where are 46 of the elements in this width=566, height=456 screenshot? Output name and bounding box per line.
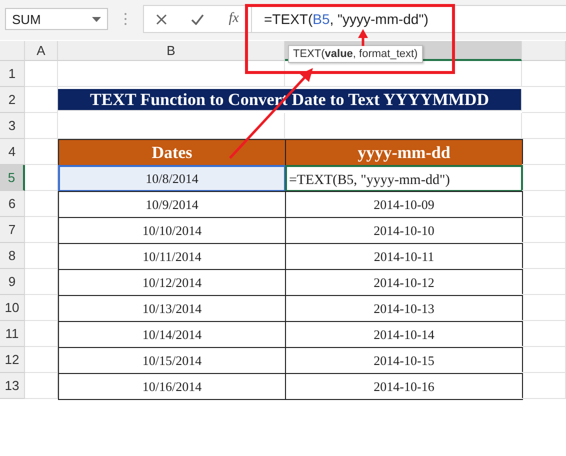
- empty-cell[interactable]: [522, 217, 566, 243]
- row-header[interactable]: 13: [0, 373, 25, 399]
- formula-text[interactable]: =TEXT(B5, "yyyy-mm-dd"): [252, 11, 428, 27]
- insert-function-button[interactable]: fx: [228, 11, 239, 27]
- empty-cell[interactable]: [522, 61, 566, 87]
- row-header[interactable]: 1: [0, 61, 25, 87]
- empty-cell[interactable]: [522, 191, 566, 217]
- table-cell[interactable]: 10/9/2014: [58, 191, 286, 218]
- row-header[interactable]: 10: [0, 295, 25, 321]
- empty-cell[interactable]: [522, 269, 566, 295]
- row-header[interactable]: 9: [0, 269, 25, 295]
- column-header[interactable]: B: [58, 41, 285, 61]
- empty-cell[interactable]: [522, 373, 566, 399]
- name-box-value: SUM: [12, 12, 41, 26]
- column-header[interactable]: A: [25, 41, 58, 61]
- empty-cell[interactable]: [522, 165, 566, 191]
- empty-cell[interactable]: [522, 321, 566, 347]
- empty-cell[interactable]: [58, 61, 285, 87]
- cell-editor[interactable]: =TEXT(B5, "yyyy-mm-dd"): [285, 165, 523, 192]
- table-cell[interactable]: 2014-10-16: [285, 373, 523, 400]
- table-header: yyyy-mm-dd: [285, 139, 523, 166]
- row-header[interactable]: 11: [0, 321, 25, 347]
- select-all-corner[interactable]: [0, 41, 25, 61]
- arrow: [358, 29, 368, 46]
- table-header: Dates: [58, 139, 286, 166]
- row-header[interactable]: 5: [0, 165, 25, 191]
- row-header[interactable]: 7: [0, 217, 25, 243]
- row-header[interactable]: 6: [0, 191, 25, 217]
- grip-icon: [124, 12, 127, 26]
- row-header[interactable]: 8: [0, 243, 25, 269]
- row-header[interactable]: 4: [0, 139, 25, 165]
- function-tooltip: TEXT(value, format_text): [288, 45, 423, 63]
- table-cell[interactable]: 2014-10-09: [285, 191, 523, 218]
- row-header[interactable]: 2: [0, 87, 25, 113]
- empty-cell[interactable]: [522, 243, 566, 269]
- empty-cell[interactable]: [522, 113, 566, 139]
- row-header[interactable]: 12: [0, 347, 25, 373]
- cancel-icon[interactable]: [156, 14, 168, 24]
- dropdown-icon[interactable]: [92, 16, 101, 22]
- table-cell[interactable]: 10/8/2014: [58, 165, 286, 192]
- row-header[interactable]: 3: [0, 113, 25, 139]
- name-box[interactable]: SUM: [5, 8, 108, 30]
- empty-cell[interactable]: [522, 347, 566, 373]
- table-cell[interactable]: 10/16/2014: [58, 373, 286, 400]
- empty-cell[interactable]: [522, 295, 566, 321]
- check-icon[interactable]: [191, 14, 204, 24]
